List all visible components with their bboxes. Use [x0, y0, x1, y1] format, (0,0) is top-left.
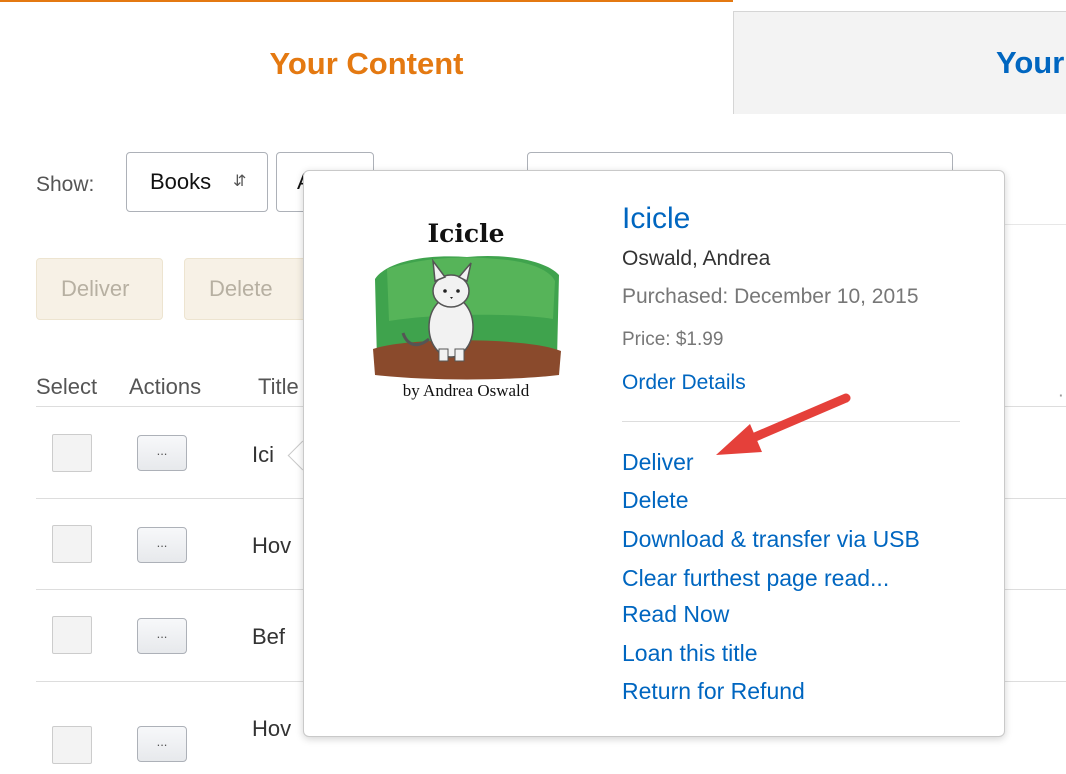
annotation-arrow-icon: [716, 393, 851, 455]
